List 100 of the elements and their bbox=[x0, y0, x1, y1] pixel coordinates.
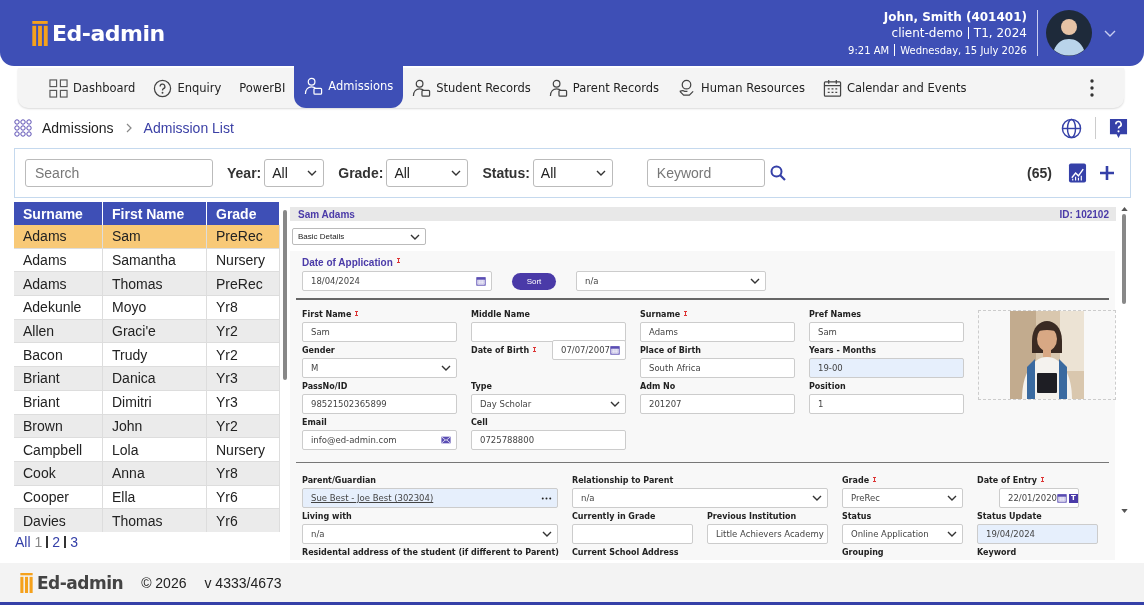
table-row[interactable]: Brown John Yr2 bbox=[14, 414, 280, 439]
select-field[interactable]: n/a bbox=[302, 524, 558, 544]
text-field[interactable]: Adams bbox=[640, 322, 795, 342]
nav-tab[interactable]: Admissions bbox=[294, 64, 404, 108]
table-cell: Adams bbox=[14, 225, 103, 249]
text-field[interactable]: 0725788800 bbox=[471, 430, 626, 450]
select-field[interactable]: PreRec bbox=[842, 488, 963, 508]
select-field[interactable]: M bbox=[302, 358, 457, 378]
table-cell: Nursery bbox=[207, 438, 280, 462]
field-label: Parent/Guardian bbox=[302, 476, 377, 485]
table-row[interactable]: Cook Anna Yr8 bbox=[14, 461, 280, 486]
select-field[interactable]: n/a bbox=[572, 488, 828, 508]
page-link[interactable]: 3 bbox=[70, 534, 78, 550]
select-field[interactable]: Online Application bbox=[842, 524, 963, 544]
add-icon[interactable] bbox=[1099, 165, 1115, 181]
field-label: Pref Names bbox=[809, 310, 862, 319]
breadcrumb-current: Admission List bbox=[143, 120, 234, 136]
table-cell: John bbox=[103, 414, 207, 439]
nav-tab[interactable]: Enquiry bbox=[144, 68, 231, 108]
field-label: First Name bbox=[302, 310, 359, 319]
table-row[interactable]: Campbell Lola Nursery bbox=[14, 438, 280, 462]
search-field[interactable]: Search bbox=[25, 159, 213, 187]
table-row[interactable]: Briant Danica Yr3 bbox=[14, 367, 280, 391]
calendar-icon[interactable] bbox=[610, 345, 620, 355]
filter-select[interactable]: All bbox=[264, 159, 325, 187]
envelope-icon[interactable] bbox=[441, 435, 451, 445]
chart-report-icon[interactable] bbox=[1068, 162, 1087, 184]
table-row[interactable]: Adams Thomas PreRec bbox=[14, 272, 280, 297]
field-label: Position bbox=[809, 382, 846, 391]
filter-select[interactable]: All bbox=[532, 159, 613, 187]
more-menu-icon[interactable] bbox=[1090, 79, 1094, 97]
table-row[interactable]: Adams Sam PreRec bbox=[14, 225, 280, 249]
text-field[interactable]: Sam bbox=[302, 322, 457, 342]
field-label: Status bbox=[842, 512, 872, 521]
text-field[interactable]: Little Achievers Academy bbox=[707, 524, 828, 544]
ellipsis-icon[interactable] bbox=[541, 496, 552, 500]
text-field[interactable] bbox=[471, 322, 626, 342]
field-label: Middle Name bbox=[471, 310, 530, 319]
field-label: PassNo/ID bbox=[302, 382, 348, 391]
breadcrumb-link[interactable]: Admissions bbox=[42, 120, 114, 136]
nav-tab[interactable]: PowerBI bbox=[230, 68, 295, 108]
keyword-field[interactable]: Keyword bbox=[646, 159, 765, 187]
sort-button[interactable]: Sort bbox=[512, 272, 556, 290]
text-field[interactable]: 1 bbox=[809, 394, 964, 414]
copyright-text: © 2026 bbox=[141, 574, 187, 591]
calendar-icon[interactable] bbox=[1057, 493, 1067, 503]
table-row[interactable]: Allen Graci'e Yr2 bbox=[14, 319, 280, 344]
table-row[interactable]: Davies Thomas Yr6 bbox=[14, 509, 280, 532]
help-icon[interactable] bbox=[1109, 117, 1128, 139]
nav-tab[interactable]: Parent Records bbox=[539, 68, 669, 108]
table-cell: Yr2 bbox=[207, 414, 280, 439]
field-label: Grouping bbox=[842, 548, 885, 557]
field-label: Gender bbox=[302, 346, 335, 355]
section-select[interactable]: Basic Details bbox=[292, 228, 426, 245]
calendar-icon[interactable] bbox=[476, 276, 486, 286]
page-link[interactable]: 1 bbox=[34, 534, 43, 550]
filter-select[interactable]: All bbox=[386, 159, 469, 187]
text-field[interactable]: 201207 bbox=[640, 394, 795, 414]
chevron-down-icon[interactable] bbox=[1104, 29, 1116, 37]
apps-grid-icon[interactable] bbox=[14, 119, 32, 137]
field-label: Keyword bbox=[977, 548, 1018, 557]
client-name: client-demo bbox=[891, 26, 963, 40]
globe-icon[interactable] bbox=[1061, 117, 1082, 139]
field-label: Residental address of the student (if different to Parent) bbox=[302, 548, 558, 557]
time-label: 9:21 AM bbox=[848, 44, 890, 56]
text-field[interactable]: South Africa bbox=[640, 358, 795, 378]
readonly-field: 19-00 bbox=[809, 358, 964, 378]
scroll-up-icon[interactable] bbox=[1120, 207, 1128, 211]
table-cell: Yr2 bbox=[207, 319, 280, 344]
search-icon[interactable] bbox=[769, 165, 786, 181]
table-cell: Yr8 bbox=[207, 461, 280, 486]
text-field[interactable]: Sam bbox=[809, 322, 964, 342]
email-field[interactable]: info@ed-admin.com bbox=[302, 430, 457, 450]
person-icon bbox=[304, 76, 324, 96]
record-id: ID: 102102 bbox=[1059, 208, 1109, 220]
nav-tab[interactable]: Dashboard bbox=[40, 68, 145, 108]
table-row[interactable]: Adekunle Moyo Yr8 bbox=[14, 296, 280, 320]
date-label: Wednesday, 15 July 2026 bbox=[900, 44, 1027, 56]
lookup-field[interactable]: Sue Best - Joe Best (302304) bbox=[302, 488, 558, 508]
text-field[interactable]: 98521502365899 bbox=[302, 394, 457, 414]
page-link[interactable]: All bbox=[15, 534, 31, 550]
nav-tab[interactable]: Human Resources bbox=[668, 68, 814, 108]
field-label: Living with bbox=[302, 512, 352, 521]
date-field[interactable]: 07/07/2007 bbox=[552, 340, 626, 360]
filter-label: Year: bbox=[227, 165, 262, 181]
nav-tab[interactable]: Calendar and Events bbox=[813, 68, 976, 108]
select-field[interactable]: Day Scholar bbox=[471, 394, 626, 414]
page-link[interactable]: 2 bbox=[52, 534, 61, 550]
version-text: v 4333/4673 bbox=[204, 574, 282, 591]
table-cell: Anna bbox=[103, 461, 207, 486]
table-cell: Danica bbox=[103, 367, 207, 391]
date-field[interactable]: 18/04/2024 bbox=[302, 271, 492, 291]
nav-tab[interactable]: Student Records bbox=[403, 68, 540, 108]
text-field[interactable] bbox=[572, 524, 693, 544]
filter-label: Status: bbox=[482, 165, 530, 181]
table-cell: Brown bbox=[14, 414, 103, 439]
select-field[interactable]: n/a bbox=[576, 271, 766, 291]
avatar[interactable] bbox=[1046, 10, 1092, 56]
table-row[interactable]: Briant Dimitri Yr3 bbox=[14, 390, 280, 415]
scroll-down-icon[interactable] bbox=[1120, 509, 1128, 513]
